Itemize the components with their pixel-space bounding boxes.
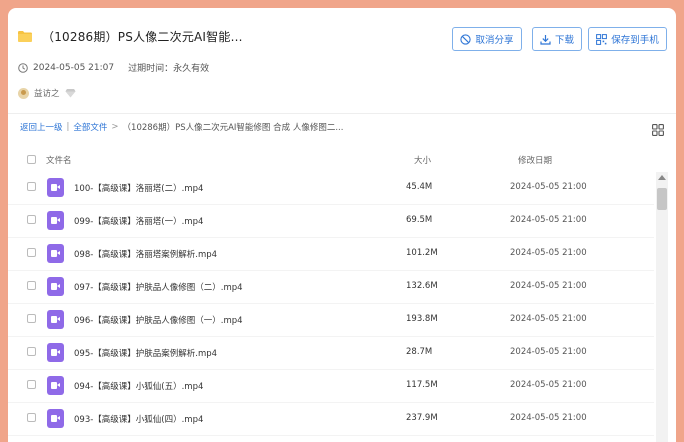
select-all-checkbox[interactable] [27, 155, 36, 164]
save-to-phone-label: 保存到手机 [611, 35, 659, 46]
breadcrumb-current: （10286期）PS人像二次元AI智能修图 合成 人像修图二... [122, 123, 344, 133]
table-row[interactable]: 100-【高级课】洛丽塔(二）.mp4 45.4M 2024-05-05 21:… [8, 172, 654, 205]
file-date: 2024-05-05 21:00 [510, 248, 587, 258]
table-row[interactable]: 097-【高级课】护肤品人像修图（二）.mp4 132.6M 2024-05-0… [8, 271, 654, 304]
back-link[interactable]: 返回上一级 [20, 121, 63, 133]
breadcrumb-separator: | [66, 122, 70, 132]
download-label: 下载 [554, 35, 574, 46]
avatar [18, 87, 29, 99]
share-datetime: 2024-05-05 21:07 [33, 62, 115, 73]
file-name[interactable]: 100-【高级课】洛丽塔(二）.mp4 [74, 182, 203, 194]
file-size: 45.4M [406, 182, 433, 192]
breadcrumb: 返回上一级 | 全部文件 > （10286期）PS人像二次元AI智能修图 合成 … [20, 121, 343, 133]
expiry-text: 过期时间：永久有效 [128, 64, 210, 74]
video-file-icon [47, 277, 64, 296]
scroll-up-arrow-icon[interactable] [658, 175, 666, 180]
page-title: （10286期）PS人像二次元AI智能... [42, 30, 243, 44]
file-date: 2024-05-05 21:00 [510, 347, 587, 357]
row-checkbox[interactable] [27, 182, 36, 191]
row-checkbox[interactable] [27, 413, 36, 422]
cancel-share-button[interactable]: 取消分享 [452, 27, 522, 51]
file-table-header: 文件名 大小 修改日期 [8, 148, 676, 172]
file-size: 237.9M [406, 413, 438, 423]
file-size: 28.7M [406, 347, 433, 357]
row-checkbox[interactable] [27, 314, 36, 323]
file-size: 132.6M [406, 281, 438, 291]
file-name[interactable]: 097-【高级课】护肤品人像修图（二）.mp4 [74, 281, 243, 293]
share-header: （10286期）PS人像二次元AI智能... 取消分享 下载 保存到手机 202… [8, 8, 676, 112]
file-size: 193.8M [406, 314, 438, 324]
download-icon [540, 34, 551, 45]
file-name[interactable]: 095-【高级课】护肤品案例解析.mp4 [74, 347, 217, 359]
row-checkbox[interactable] [27, 347, 36, 356]
column-header-date[interactable]: 修改日期 [518, 154, 552, 166]
file-date: 2024-05-05 21:00 [510, 380, 587, 390]
table-row[interactable]: 096-【高级课】护肤品人像修图（一）.mp4 193.8M 2024-05-0… [8, 304, 654, 337]
file-list: 100-【高级课】洛丽塔(二）.mp4 45.4M 2024-05-05 21:… [8, 172, 654, 436]
scrollbar-thumb[interactable] [657, 188, 667, 210]
file-name[interactable]: 098-【高级课】洛丽塔案例解析.mp4 [74, 248, 217, 260]
file-size: 101.2M [406, 248, 438, 258]
file-size: 117.5M [406, 380, 438, 390]
share-page-card: （10286期）PS人像二次元AI智能... 取消分享 下载 保存到手机 202… [8, 8, 676, 442]
video-file-icon [47, 310, 64, 329]
save-to-phone-button[interactable]: 保存到手机 [588, 27, 667, 51]
table-row[interactable]: 094-【高级课】小狐仙(五）.mp4 117.5M 2024-05-05 21… [8, 370, 654, 403]
file-date: 2024-05-05 21:00 [510, 314, 587, 324]
diamond-icon [65, 89, 76, 98]
video-file-icon [47, 178, 64, 197]
row-checkbox[interactable] [27, 281, 36, 290]
cancel-icon [460, 33, 472, 45]
video-file-icon [47, 244, 64, 263]
download-button[interactable]: 下载 [532, 27, 582, 51]
column-header-name[interactable]: 文件名 [46, 154, 72, 166]
folder-icon [18, 31, 32, 42]
table-row[interactable]: 099-【高级课】洛丽塔(一）.mp4 69.5M 2024-05-05 21:… [8, 205, 654, 238]
file-name[interactable]: 093-【高级课】小狐仙(四）.mp4 [74, 413, 203, 425]
cancel-share-label: 取消分享 [475, 35, 514, 46]
video-file-icon [47, 343, 64, 362]
table-row[interactable]: 095-【高级课】护肤品案例解析.mp4 28.7M 2024-05-05 21… [8, 337, 654, 370]
file-name[interactable]: 099-【高级课】洛丽塔(一）.mp4 [74, 215, 203, 227]
file-name[interactable]: 096-【高级课】护肤品人像修图（一）.mp4 [74, 314, 243, 326]
breadcrumb-arrow: > [111, 122, 119, 132]
vertical-scrollbar[interactable] [656, 172, 668, 442]
file-size: 69.5M [406, 215, 433, 225]
video-file-icon [47, 409, 64, 428]
row-checkbox[interactable] [27, 380, 36, 389]
video-file-icon [47, 211, 64, 230]
row-checkbox[interactable] [27, 248, 36, 257]
clock-icon [18, 62, 28, 73]
share-meta: 2024-05-05 21:07 过期时间：永久有效 [18, 61, 209, 74]
file-date: 2024-05-05 21:00 [510, 182, 587, 192]
qrcode-icon [596, 33, 608, 45]
file-date: 2024-05-05 21:00 [510, 215, 587, 225]
row-checkbox[interactable] [27, 215, 36, 224]
sharer-name: 益访之 [34, 89, 60, 99]
video-file-icon [47, 376, 64, 395]
file-date: 2024-05-05 21:00 [510, 413, 587, 423]
file-name[interactable]: 094-【高级课】小狐仙(五）.mp4 [74, 380, 203, 392]
header-divider [8, 113, 676, 114]
column-header-size[interactable]: 大小 [414, 154, 431, 166]
table-row[interactable]: 093-【高级课】小狐仙(四）.mp4 237.9M 2024-05-05 21… [8, 403, 654, 436]
sharer-info: 益访之 [18, 87, 76, 99]
file-date: 2024-05-05 21:00 [510, 281, 587, 291]
grid-view-icon[interactable] [652, 121, 664, 140]
all-files-link[interactable]: 全部文件 [73, 121, 107, 133]
title-row: （10286期）PS人像二次元AI智能... [18, 28, 243, 45]
table-row[interactable]: 098-【高级课】洛丽塔案例解析.mp4 101.2M 2024-05-05 2… [8, 238, 654, 271]
